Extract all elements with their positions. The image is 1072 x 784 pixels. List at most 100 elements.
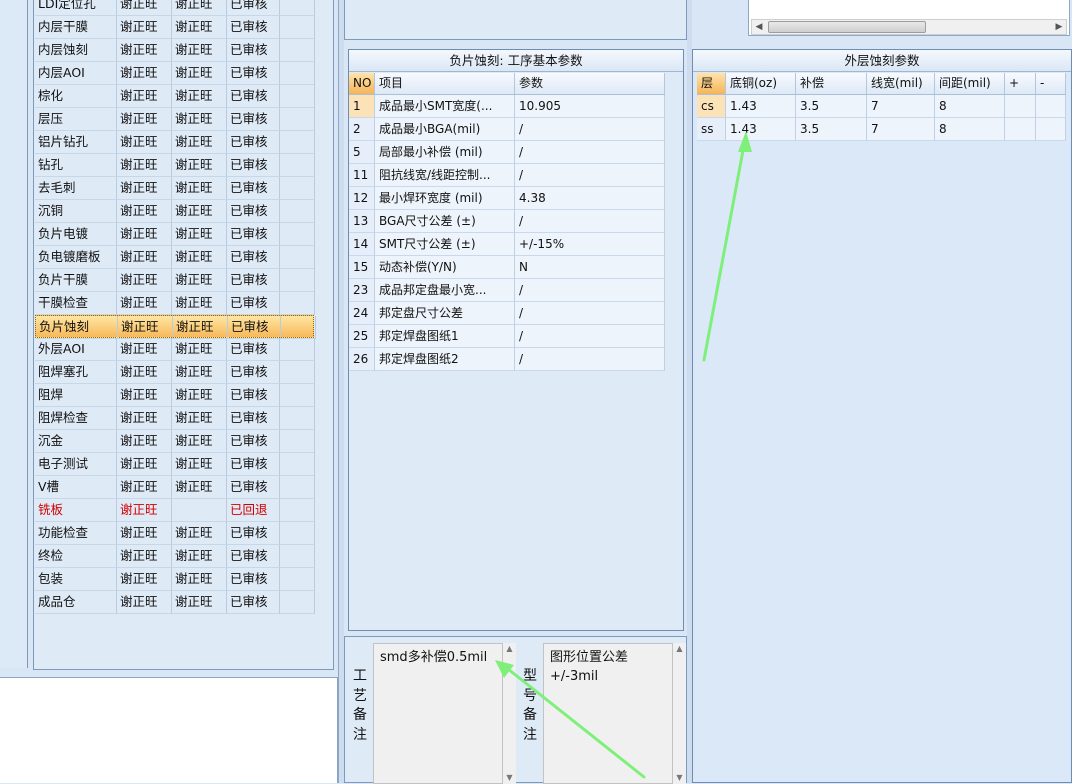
process-name: 成品仓 <box>35 591 117 614</box>
process-row[interactable]: 去毛刺 谢正旺 谢正旺 已审核 <box>35 177 315 200</box>
process-row[interactable]: 负片蚀刻 谢正旺 谢正旺 已审核 <box>35 315 316 339</box>
process-list-panel: LDI定位孔 谢正旺 谢正旺 已审核 内层干膜 谢正旺 谢正旺 已审核 内层蚀刻 谢正旺 谢正旺 已审… <box>33 0 334 670</box>
operator: 谢正旺 <box>117 361 172 384</box>
process-row[interactable]: 铣板 谢正旺 已回退 <box>35 499 315 522</box>
process-row[interactable]: 层压 谢正旺 谢正旺 已审核 <box>35 108 315 131</box>
param-value: +/-15% <box>515 233 665 256</box>
process-row[interactable]: 干膜检查 谢正旺 谢正旺 已审核 <box>35 292 315 315</box>
process-row[interactable]: 内层AOI 谢正旺 谢正旺 已审核 <box>35 62 315 85</box>
scrollbar-thumb[interactable] <box>768 21 926 33</box>
param-row[interactable]: 2 成品最小BGA(mil) / <box>349 118 665 141</box>
model-remark-textbox[interactable]: 图形位置公差+/-3mil <box>543 643 673 784</box>
operator: 谢正旺 <box>117 62 172 85</box>
process-row[interactable]: V槽 谢正旺 谢正旺 已审核 <box>35 476 315 499</box>
params-col-value[interactable]: 参数 <box>515 73 665 95</box>
reviewer: 谢正旺 <box>172 292 227 315</box>
process-row[interactable]: 铝片钻孔 谢正旺 谢正旺 已审核 <box>35 131 315 154</box>
process-row[interactable]: 内层干膜 谢正旺 谢正旺 已审核 <box>35 16 315 39</box>
scroll-down-arrow-icon[interactable]: ▼ <box>503 772 516 784</box>
etch-col-comp[interactable]: 补偿 <box>796 73 867 95</box>
status-text: 已审核 <box>227 361 280 384</box>
empty-cell <box>280 223 315 246</box>
process-row[interactable]: 沉铜 谢正旺 谢正旺 已审核 <box>35 200 315 223</box>
reviewer: 谢正旺 <box>172 476 227 499</box>
process-row[interactable]: LDI定位孔 谢正旺 谢正旺 已审核 <box>35 0 315 16</box>
empty-cell <box>280 154 315 177</box>
etch-col-layer[interactable]: 层 <box>697 73 726 95</box>
horizontal-scrollbar[interactable]: ◀ ▶ <box>751 19 1067 35</box>
etch-col-width[interactable]: 线宽(mil) <box>867 73 935 95</box>
empty-cell <box>280 361 315 384</box>
reviewer: 谢正旺 <box>172 177 227 200</box>
status-text: 已审核 <box>227 16 280 39</box>
empty-cell <box>280 384 315 407</box>
process-params-panel: 负片蚀刻: 工序基本参数 NO 项目 参数 1 成品最小SMT宽度(... 10.9… <box>348 49 684 631</box>
operator: 谢正旺 <box>117 85 172 108</box>
process-remark-label: 工艺备注 <box>353 668 367 743</box>
param-row[interactable]: 1 成品最小SMT宽度(... 10.905 <box>349 95 665 118</box>
param-row[interactable]: 11 阻抗线宽/线距控制... / <box>349 164 665 187</box>
process-row[interactable]: 阻焊 谢正旺 谢正旺 已审核 <box>35 384 315 407</box>
process-row[interactable]: 功能检查 谢正旺 谢正旺 已审核 <box>35 522 315 545</box>
empty-cell <box>280 430 315 453</box>
model-remark-scrollbar[interactable]: ▲ ▼ <box>673 643 686 784</box>
empty-cell <box>280 338 315 361</box>
process-row[interactable]: 负片干膜 谢正旺 谢正旺 已审核 <box>35 269 315 292</box>
params-col-item[interactable]: 项目 <box>375 73 515 95</box>
param-row[interactable]: 12 最小焊环宽度 (mil) 4.38 <box>349 187 665 210</box>
param-row[interactable]: 13 BGA尺寸公差 (±) / <box>349 210 665 233</box>
etch-row[interactable]: cs 1.43 3.5 7 8 <box>693 95 1069 118</box>
etch-layer: ss <box>697 118 726 141</box>
scroll-up-arrow-icon[interactable]: ▲ <box>673 643 686 655</box>
process-name: 铝片钻孔 <box>35 131 117 154</box>
process-remark-textbox[interactable]: smd多补偿0.5mil <box>373 643 503 784</box>
etch-col-spacing[interactable]: 间距(mil) <box>935 73 1005 95</box>
etch-copper: 1.43 <box>726 95 796 118</box>
process-row[interactable]: 沉金 谢正旺 谢正旺 已审核 <box>35 430 315 453</box>
reviewer: 谢正旺 <box>172 131 227 154</box>
process-row[interactable]: 外层AOI 谢正旺 谢正旺 已审核 <box>35 338 315 361</box>
operator: 谢正旺 <box>117 108 172 131</box>
scroll-left-arrow-icon[interactable]: ◀ <box>753 21 765 33</box>
process-row[interactable]: 电子测试 谢正旺 谢正旺 已审核 <box>35 453 315 476</box>
param-no: 2 <box>349 118 375 141</box>
left-nav-strip <box>0 0 28 668</box>
status-text: 已审核 <box>227 131 280 154</box>
reviewer: 谢正旺 <box>172 361 227 384</box>
process-row[interactable]: 阻焊塞孔 谢正旺 谢正旺 已审核 <box>35 361 315 384</box>
process-row[interactable]: 包装 谢正旺 谢正旺 已审核 <box>35 568 315 591</box>
reviewer: 谢正旺 <box>172 453 227 476</box>
process-row[interactable]: 成品仓 谢正旺 谢正旺 已审核 <box>35 591 315 614</box>
param-row[interactable]: 15 动态补偿(Y/N) N <box>349 256 665 279</box>
process-row[interactable]: 负片电镀 谢正旺 谢正旺 已审核 <box>35 223 315 246</box>
scroll-right-arrow-icon[interactable]: ▶ <box>1053 21 1065 33</box>
param-item: 局部最小补偿 (mil) <box>375 141 515 164</box>
etch-col-copper[interactable]: 底铜(oz) <box>726 73 796 95</box>
param-row[interactable]: 25 邦定焊盘图纸1/ <box>349 325 665 348</box>
process-row[interactable]: 负电镀磨板 谢正旺 谢正旺 已审核 <box>35 246 315 269</box>
operator: 谢正旺 <box>117 0 172 16</box>
process-name: 负片蚀刻 <box>36 316 118 339</box>
process-row[interactable]: 终检 谢正旺 谢正旺 已审核 <box>35 545 315 568</box>
scroll-up-arrow-icon[interactable]: ▲ <box>503 643 516 655</box>
etch-remove-column[interactable]: - <box>1036 73 1066 95</box>
reviewer: 谢正旺 <box>172 384 227 407</box>
process-row[interactable]: 钻孔 谢正旺 谢正旺 已审核 <box>35 154 315 177</box>
etch-row[interactable]: ss 1.43 3.5 7 8 <box>693 118 1069 141</box>
param-row[interactable]: 5 局部最小补偿 (mil) / <box>349 141 665 164</box>
param-item: 成品邦定盘最小宽... <box>375 279 515 302</box>
param-value: / <box>515 348 665 371</box>
param-row[interactable]: 14 SMT尺寸公差 (±) +/-15% <box>349 233 665 256</box>
params-col-no[interactable]: NO <box>349 73 375 95</box>
process-name: 棕化 <box>35 85 117 108</box>
process-row[interactable]: 阻焊检查 谢正旺 谢正旺 已审核 <box>35 407 315 430</box>
param-row[interactable]: 24 邦定盘尺寸公差 / <box>349 302 665 325</box>
etch-add-column[interactable]: + <box>1005 73 1036 95</box>
param-row[interactable]: 26 邦定焊盘图纸2/ <box>349 348 665 371</box>
operator: 谢正旺 <box>117 16 172 39</box>
process-row[interactable]: 内层蚀刻 谢正旺 谢正旺 已审核 <box>35 39 315 62</box>
param-row[interactable]: 23 成品邦定盘最小宽... / <box>349 279 665 302</box>
process-row[interactable]: 棕化 谢正旺 谢正旺 已审核 <box>35 85 315 108</box>
scroll-down-arrow-icon[interactable]: ▼ <box>673 772 686 784</box>
process-remark-scrollbar[interactable]: ▲ ▼ <box>503 643 516 784</box>
